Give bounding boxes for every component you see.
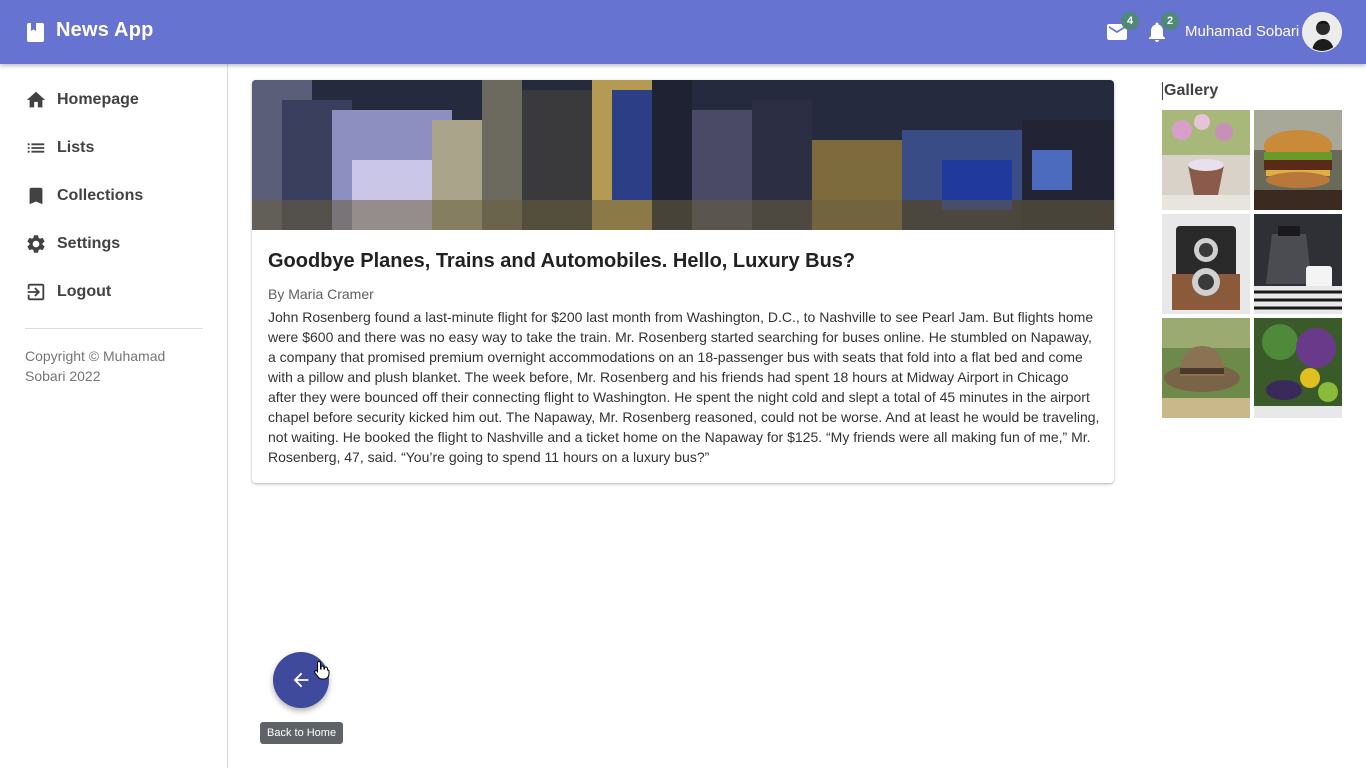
back-to-home-tooltip: Back to Home (260, 722, 344, 744)
sidebar-item-homepage[interactable]: Homepage (25, 84, 205, 116)
bookmark-icon (29, 187, 43, 205)
sidebar-item-label: Settings (57, 235, 121, 252)
gallery-title: Gallery (1162, 82, 1219, 100)
home-icon (26, 91, 46, 108)
sidebar-divider (25, 328, 203, 329)
app-title: News App (56, 19, 154, 41)
gallery-image-burger[interactable] (1254, 110, 1342, 210)
gear-icon (27, 235, 45, 253)
notifications-button[interactable]: 2 (1145, 12, 1179, 44)
copyright-text: Copyright © Muhamad Sobari 2022 (25, 348, 166, 384)
app-bar: News App 4 2 Muhamad Sobari (0, 0, 1366, 64)
sidebar-item-label: Logout (57, 283, 112, 300)
gallery-image-kettle[interactable] (1254, 214, 1342, 314)
gallery-image-hat[interactable] (1162, 318, 1250, 418)
article-author: By Maria Cramer (268, 286, 374, 302)
user-name[interactable]: Muhamad Sobari (1185, 23, 1299, 40)
article-body: John Rosenberg found a last-minute fligh… (268, 309, 1100, 465)
mail-count-badge: 4 (1121, 12, 1139, 30)
article-card: Goodbye Planes, Trains and Automobiles. … (252, 80, 1114, 483)
sidebar-item-label: Collections (57, 187, 144, 204)
gallery-image-vegetables[interactable] (1254, 318, 1342, 418)
sidebar-item-lists[interactable]: Lists (25, 132, 205, 164)
sidebar-item-settings[interactable]: Settings (25, 228, 205, 260)
notification-count-badge: 2 (1161, 12, 1179, 30)
sidebar-item-collections[interactable]: Collections (25, 180, 205, 212)
sidebar-item-logout[interactable]: Logout (25, 276, 205, 308)
gallery-image-dessert[interactable] (1162, 110, 1250, 210)
arrow-left-icon (293, 672, 309, 688)
article-hero-image (252, 80, 1114, 230)
avatar[interactable] (1302, 12, 1342, 52)
sidebar-item-label: Homepage (57, 91, 139, 108)
list-icon (27, 143, 45, 153)
mail-button[interactable]: 4 (1105, 12, 1139, 44)
logout-icon (27, 283, 45, 301)
avatar-image (1303, 13, 1341, 51)
gallery-image-camera[interactable] (1162, 214, 1250, 314)
sidebar: Homepage Lists Collections Settings Logo… (0, 64, 228, 768)
back-to-home-button[interactable] (273, 652, 329, 708)
sidebar-item-label: Lists (57, 139, 95, 156)
book-icon (27, 23, 44, 42)
article-title: Goodbye Planes, Trains and Automobiles. … (268, 250, 856, 272)
